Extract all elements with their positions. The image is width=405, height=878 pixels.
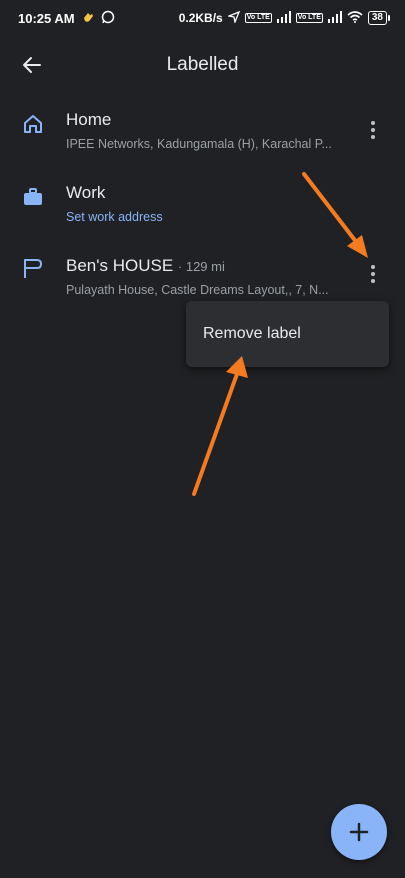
place-address: Pulayath House, Castle Dreams Layout,, 7… [66, 283, 329, 297]
network-speed: 0.2KB/s [178, 11, 223, 25]
annotation-arrow-to-remove-label [192, 356, 248, 496]
remove-label-menu-item[interactable]: Remove label [186, 301, 389, 367]
waving-hand-icon [81, 10, 95, 27]
whatsapp-icon [101, 10, 115, 27]
status-left: 10:25 AM [18, 10, 115, 27]
briefcase-icon [24, 188, 42, 205]
wifi-icon [347, 10, 363, 26]
place-name-text: Work [66, 183, 106, 202]
app-bar: Labelled [0, 36, 405, 94]
volte-badge-2: Vo LTE [295, 13, 323, 23]
remove-label-text: Remove label [203, 325, 301, 342]
place-name-text: Home [66, 110, 112, 129]
status-bar: 10:25 AM 0.2KB/s Vo LTE Vo LTE 38 [0, 0, 405, 36]
plus-icon [349, 822, 369, 842]
signal-icon-2 [327, 10, 342, 26]
volte-badge-1: Vo LTE [244, 13, 272, 23]
place-name: Work [66, 183, 105, 203]
flag-icon [24, 259, 42, 278]
place-row-home[interactable]: Home IPEE Networks, Kadungamala (H), Kar… [0, 110, 405, 170]
more-options-bens-house[interactable] [361, 260, 385, 288]
signal-icon-1 [276, 10, 291, 26]
home-icon [24, 115, 42, 133]
status-time: 10:25 AM [18, 10, 75, 26]
page-title: Labelled [166, 54, 239, 75]
place-name: Home [66, 110, 111, 130]
place-name: Ben's HOUSE · 129 mi [66, 256, 225, 276]
set-work-address-link[interactable]: Set work address [66, 210, 346, 224]
place-distance: · 129 mi [177, 259, 225, 274]
location-icon [226, 10, 240, 26]
place-name-text: Ben's HOUSE [66, 256, 174, 275]
add-place-button[interactable] [331, 804, 387, 860]
context-menu: Remove label [186, 301, 389, 367]
status-right: 0.2KB/s Vo LTE Vo LTE 38 [178, 10, 391, 26]
place-address: IPEE Networks, Kadungamala (H), Karachal… [66, 137, 332, 151]
battery-indicator: 38 [367, 11, 391, 25]
more-vert-icon [371, 265, 375, 269]
place-row-work[interactable]: Work Set work address [0, 183, 405, 243]
more-options-home[interactable] [361, 116, 385, 144]
more-vert-icon [371, 121, 375, 125]
